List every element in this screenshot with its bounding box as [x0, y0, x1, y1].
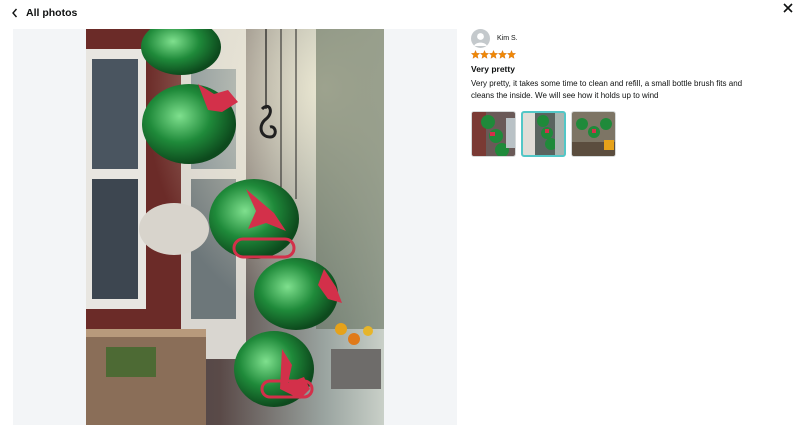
previous-photo-button[interactable]	[13, 207, 31, 247]
review-title: Very pretty	[471, 64, 515, 74]
review-body: Very pretty, it takes some time to clean…	[471, 79, 743, 100]
star-icon	[498, 50, 507, 59]
author-name: Kim S.	[497, 35, 518, 42]
star-icon	[480, 50, 489, 59]
star-icon	[471, 50, 480, 59]
star-icon	[489, 50, 498, 59]
star-icon	[507, 50, 516, 59]
chevron-left-icon	[12, 8, 18, 18]
review-photo	[86, 29, 384, 425]
next-photo-button[interactable]	[439, 207, 457, 247]
all-photos-label: All photos	[26, 7, 78, 19]
review-panel: Kim S. Very pretty Very pretty, it takes…	[471, 29, 771, 157]
photo-viewer	[13, 29, 457, 425]
thumbnail-3[interactable]	[571, 111, 616, 157]
thumbnail-1[interactable]	[471, 111, 516, 157]
photo-review-modal: All photos Kim S. Very pretty Very prett…	[0, 0, 800, 436]
review-author: Kim S.	[471, 29, 771, 48]
all-photos-back-link[interactable]: All photos	[10, 6, 77, 20]
close-icon	[783, 3, 793, 13]
star-rating	[471, 50, 771, 61]
thumbnail-strip	[471, 111, 771, 157]
user-avatar-icon	[471, 29, 490, 48]
thumbnail-2[interactable]	[521, 111, 566, 157]
close-button[interactable]	[780, 0, 796, 16]
